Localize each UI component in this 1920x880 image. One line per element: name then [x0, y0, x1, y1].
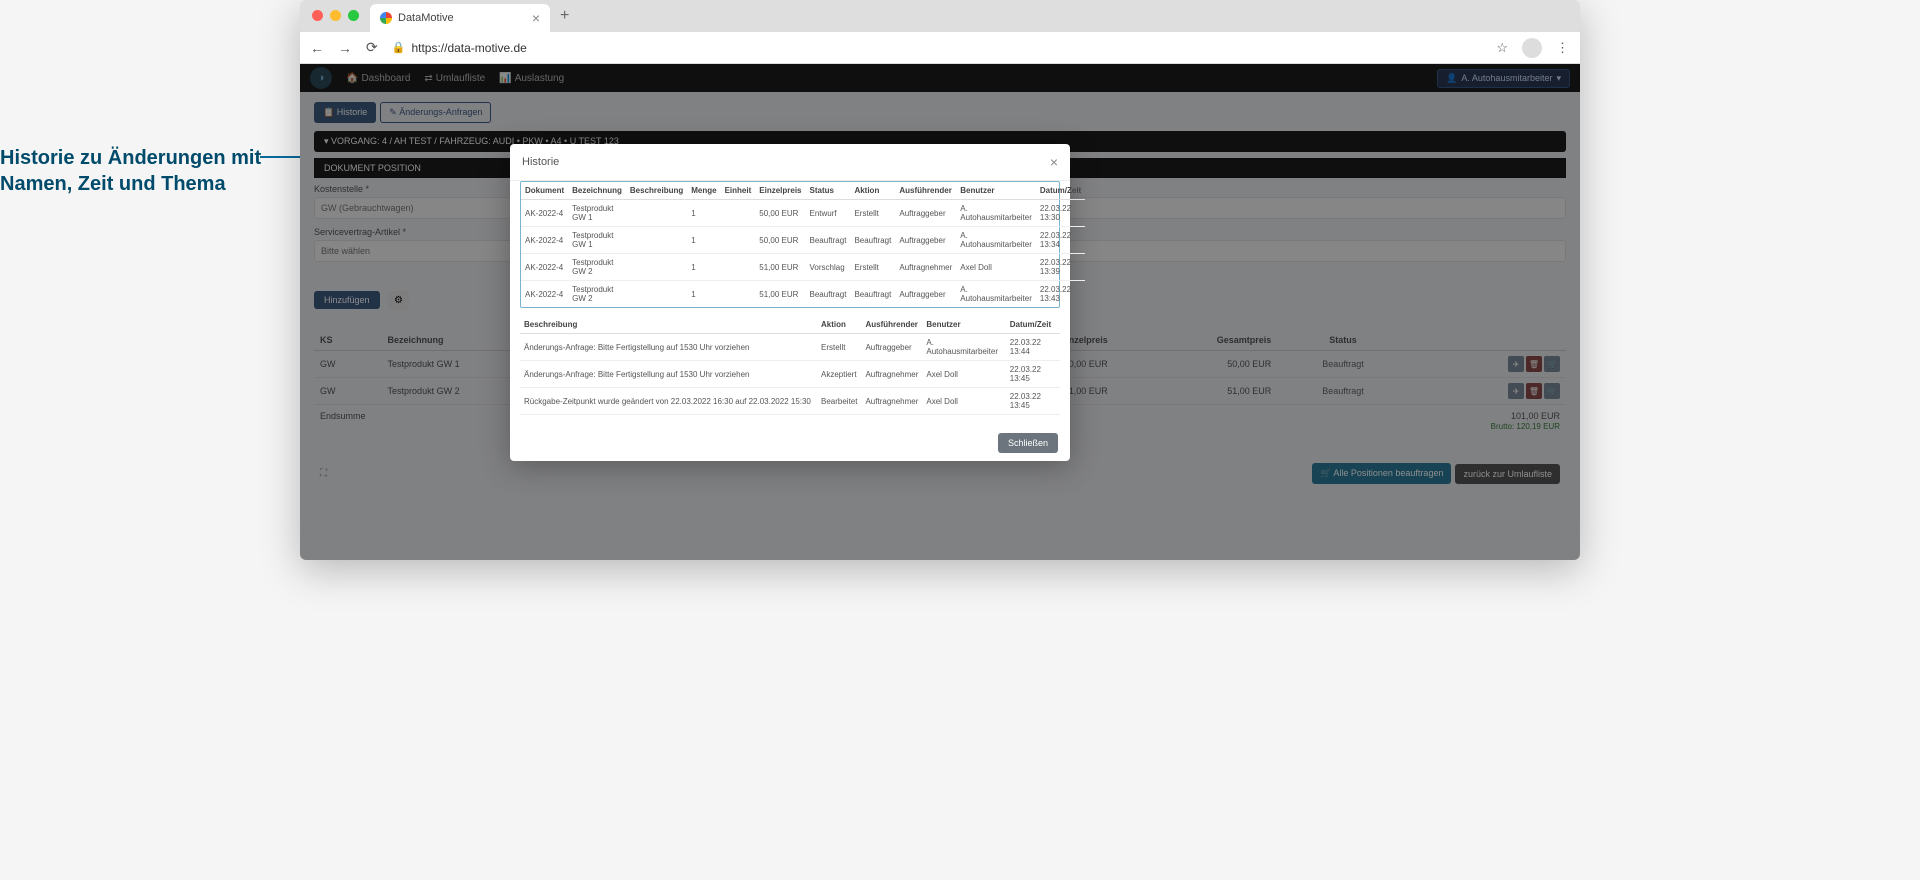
google-favicon-icon: [380, 12, 392, 24]
minimize-window-button[interactable]: [330, 10, 341, 21]
history-row: AK-2022-4Testprodukt GW 2151,00 EURVorsc…: [521, 254, 1085, 281]
new-tab-button[interactable]: +: [550, 7, 579, 25]
window-controls: [312, 10, 359, 21]
lock-icon: 🔒: [392, 41, 406, 54]
schliessen-button[interactable]: Schließen: [998, 433, 1058, 453]
history-header-row: Dokument Bezeichnung Beschreibung Menge …: [521, 182, 1085, 200]
modal-title: Historie: [522, 156, 559, 168]
annotation: Historie zu Änderungen mit Namen, Zeit u…: [0, 145, 290, 197]
change-row: Änderungs-Anfrage: Bitte Fertigstellung …: [520, 334, 1060, 361]
profile-avatar[interactable]: [1522, 38, 1542, 58]
changes-header-row: Beschreibung Aktion Ausführender Benutze…: [520, 316, 1060, 334]
close-tab-icon[interactable]: ×: [532, 10, 540, 26]
bookmark-icon[interactable]: ☆: [1496, 40, 1508, 56]
url-text: https://data-motive.de: [411, 41, 526, 55]
browser-tab[interactable]: DataMotive ×: [370, 4, 550, 32]
history-row: AK-2022-4Testprodukt GW 1150,00 EUREntwu…: [521, 200, 1085, 227]
historie-modal: Historie × Dokument Bezeichnung Beschrei…: [510, 144, 1070, 461]
browser-tab-bar: DataMotive × +: [300, 0, 1580, 32]
app-content: ◑ 🏠 Dashboard ⇄ Umlaufliste 📊 Auslastung…: [300, 64, 1580, 560]
browser-window: DataMotive × + ← → ⟳ 🔒 https://data-moti…: [300, 0, 1580, 560]
change-row: Rückgabe-Zeitpunkt wurde geändert von 22…: [520, 388, 1060, 415]
history-table: Dokument Bezeichnung Beschreibung Menge …: [521, 182, 1085, 307]
tab-title: DataMotive: [398, 12, 454, 24]
maximize-window-button[interactable]: [348, 10, 359, 21]
back-icon[interactable]: ←: [310, 40, 324, 56]
browser-menu-icon[interactable]: ⋮: [1556, 40, 1570, 56]
reload-icon[interactable]: ⟳: [366, 39, 378, 56]
history-row: AK-2022-4Testprodukt GW 2151,00 EURBeauf…: [521, 281, 1085, 308]
history-row: AK-2022-4Testprodukt GW 1150,00 EURBeauf…: [521, 227, 1085, 254]
annotation-text: Historie zu Änderungen mit Namen, Zeit u…: [0, 145, 290, 197]
close-window-button[interactable]: [312, 10, 323, 21]
change-row: Änderungs-Anfrage: Bitte Fertigstellung …: [520, 361, 1060, 388]
url-box[interactable]: 🔒 https://data-motive.de: [392, 41, 1483, 55]
forward-icon[interactable]: →: [338, 40, 352, 56]
modal-footer: Schließen: [510, 425, 1070, 461]
close-icon[interactable]: ×: [1050, 154, 1058, 170]
browser-address-bar: ← → ⟳ 🔒 https://data-motive.de ☆ ⋮: [300, 32, 1580, 64]
changes-table: Beschreibung Aktion Ausführender Benutze…: [520, 316, 1060, 415]
modal-header: Historie ×: [510, 144, 1070, 181]
